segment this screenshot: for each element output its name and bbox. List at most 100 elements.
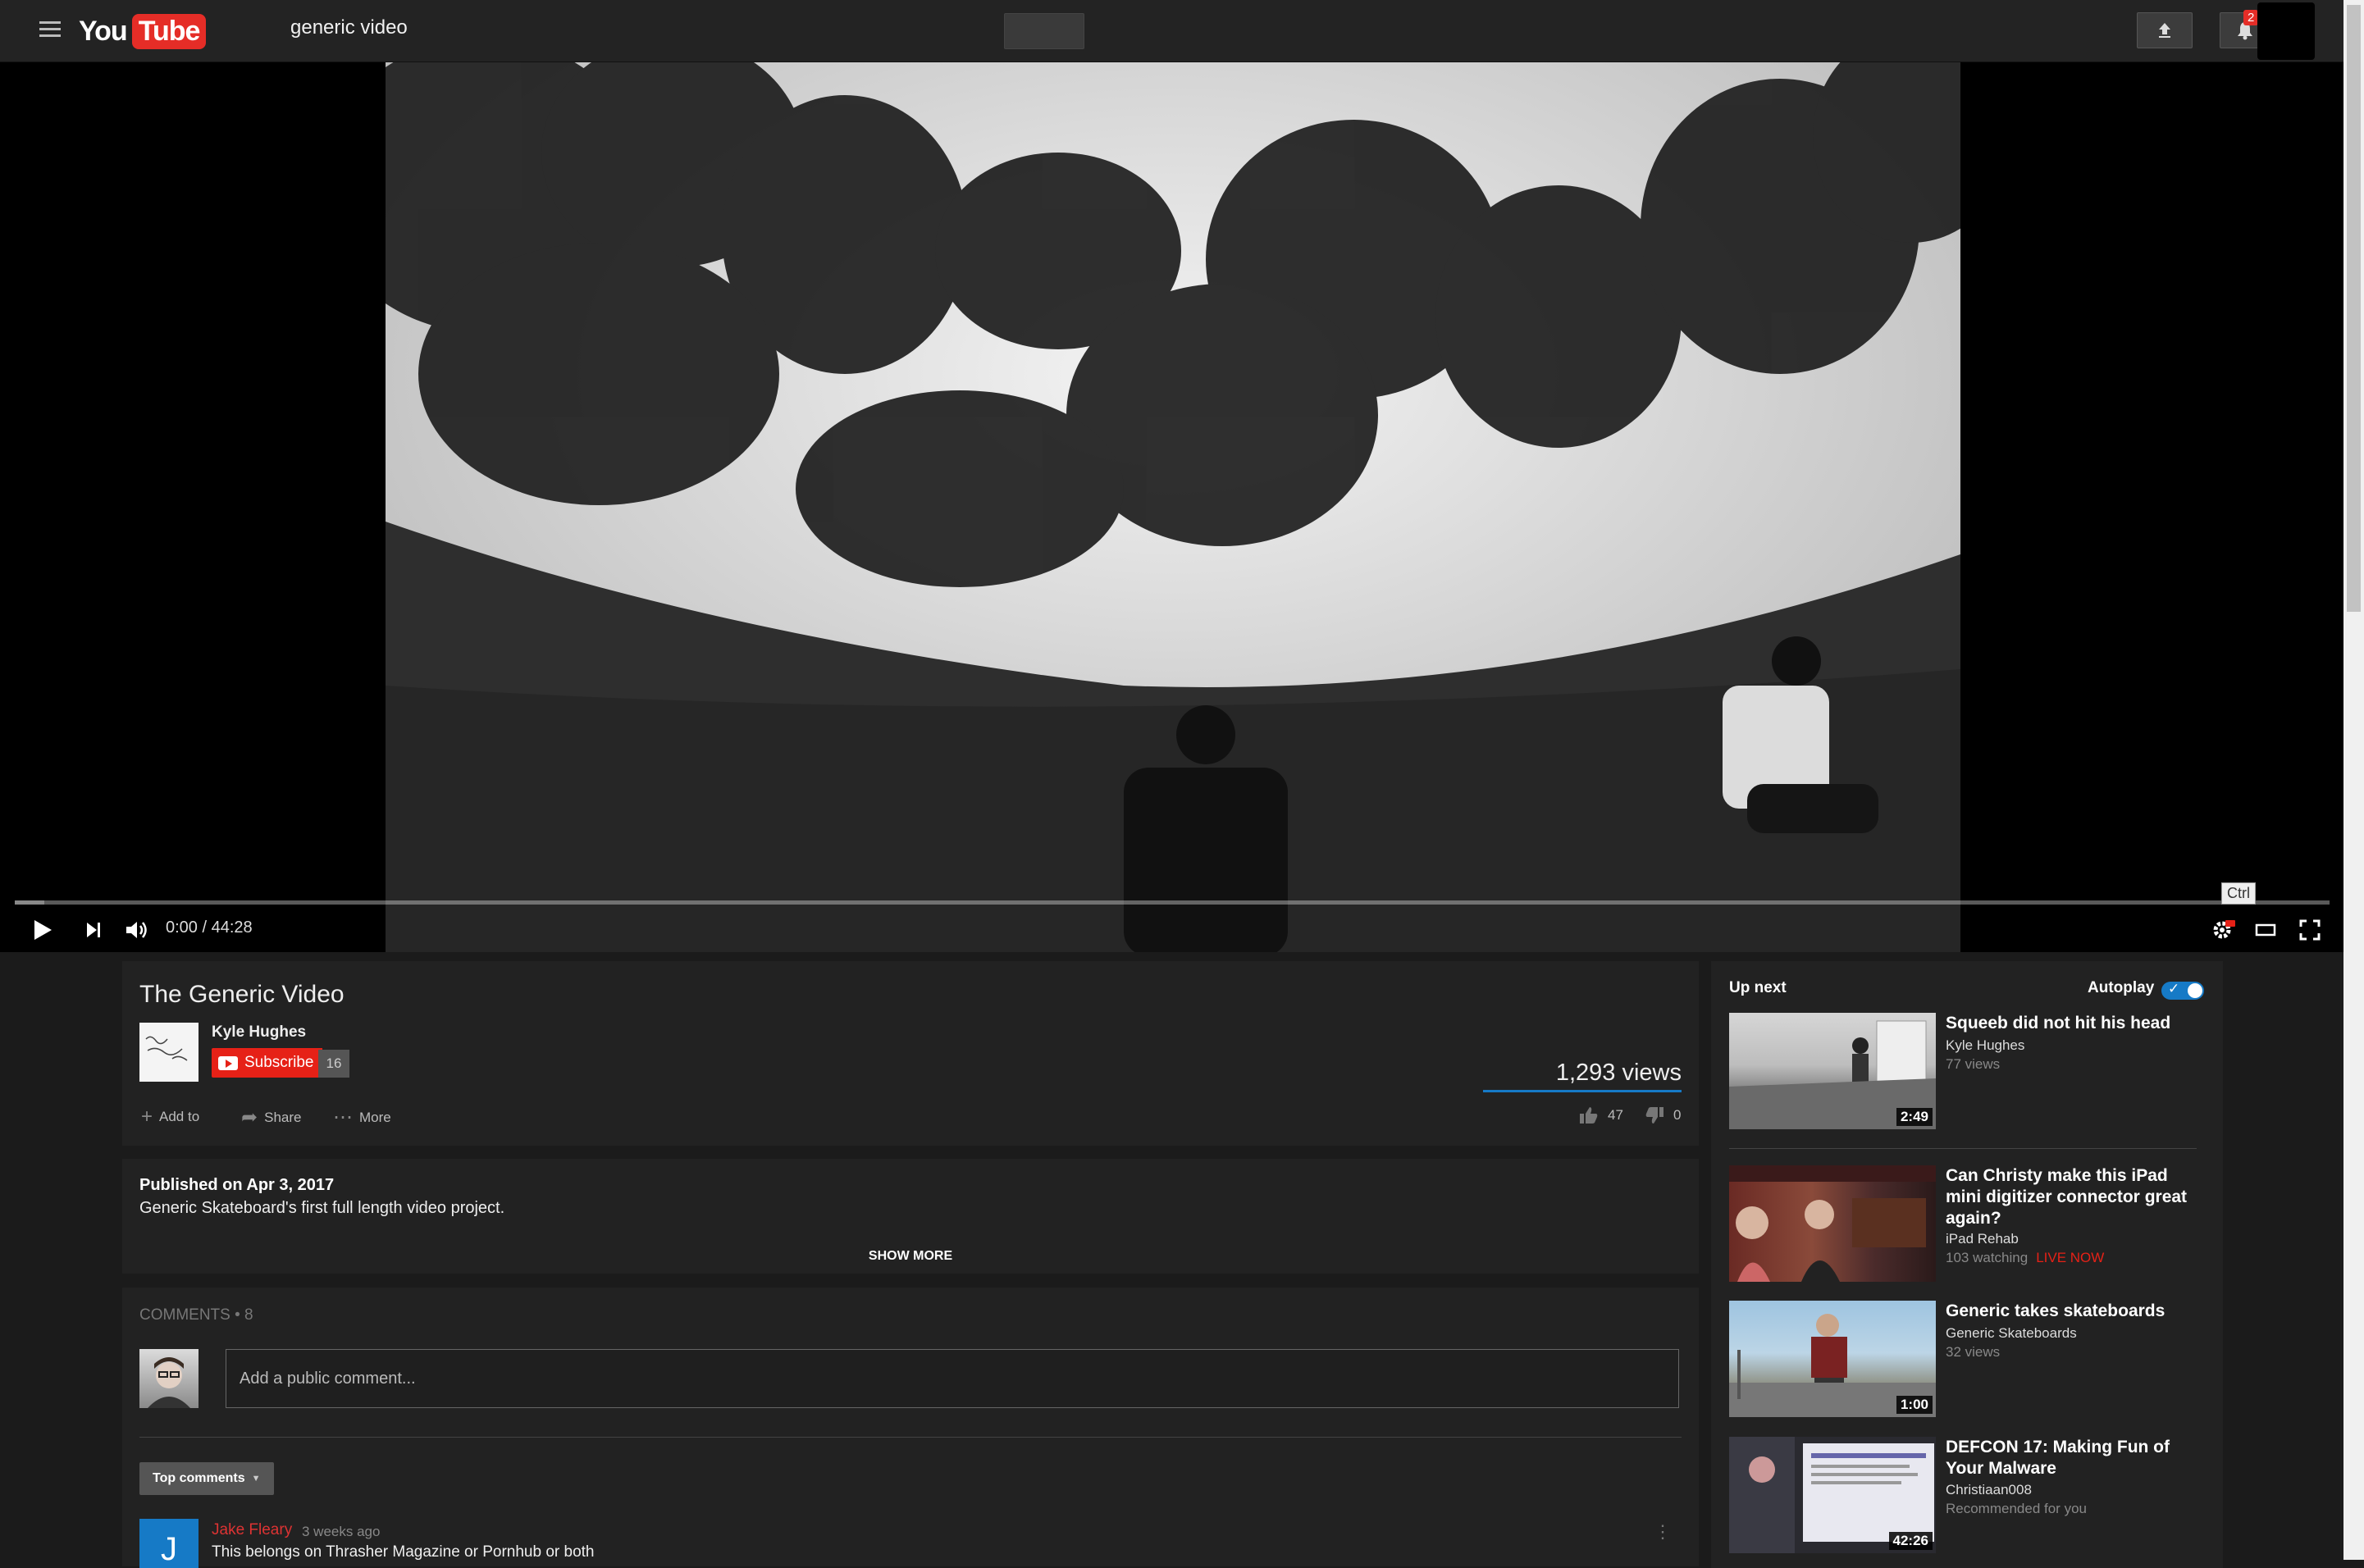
skip-next-icon	[87, 922, 100, 937]
video-player[interactable]: Ctrl 0:00 / 44:28	[0, 62, 2343, 952]
add-to-label: Add to	[159, 1109, 200, 1124]
fullscreen-icon	[2299, 919, 2321, 940]
video-title-link[interactable]: DEFCON 17: Making Fun of Your Malware	[1946, 1437, 2192, 1479]
user-avatar	[139, 1349, 199, 1408]
dislike-button[interactable]: 0	[1644, 1105, 1681, 1125]
gear-icon	[2213, 919, 2235, 938]
account-avatar[interactable]	[2257, 2, 2315, 60]
youtube-play-icon	[218, 1055, 238, 1070]
video-meta: Recommended for you	[1946, 1501, 2087, 1516]
notification-badge: 2	[2243, 10, 2259, 25]
video-title-link[interactable]: Squeeb did not hit his head	[1946, 1013, 2192, 1034]
video-title-link[interactable]: Generic takes skateboards	[1946, 1301, 2192, 1322]
recommended-video[interactable]: Can Christy make this iPad mini digitize…	[1729, 1165, 2197, 1284]
settings-button[interactable]	[2205, 907, 2241, 952]
more-label: More	[359, 1109, 391, 1125]
search-input[interactable]: generic video	[290, 16, 408, 39]
comments-divider	[139, 1437, 1682, 1438]
channel-avatar[interactable]	[139, 1023, 199, 1082]
like-count: 47	[1608, 1107, 1623, 1123]
thumbs-up-icon	[1580, 1107, 1598, 1124]
comment-author-avatar[interactable]: J	[139, 1519, 199, 1568]
user-avatar-image	[148, 1357, 190, 1408]
thumbnail-image	[1729, 1165, 1936, 1282]
like-button[interactable]: 47	[1578, 1105, 1623, 1125]
chevron-down-icon: ▼	[251, 1474, 261, 1484]
video-duration: 1:00	[1896, 1396, 1933, 1414]
time-display: 0:00 / 44:28	[166, 918, 253, 937]
volume-icon	[126, 921, 147, 938]
youtube-logo[interactable]: You Tube	[75, 12, 207, 50]
subscribe-button[interactable]: Subscribe	[212, 1048, 322, 1078]
video-thumbnail[interactable]	[1729, 1165, 1936, 1282]
subscriber-count: 16	[318, 1050, 349, 1078]
recommended-video[interactable]: 2:49 Squeeb did not hit his head Kyle Hu…	[1729, 1013, 2197, 1132]
comment-author[interactable]: Jake Fleary	[212, 1521, 292, 1539]
comment-menu-icon[interactable]: ⋮	[1654, 1521, 1672, 1543]
video-meta: 32 views	[1946, 1344, 2001, 1360]
video-title-link[interactable]: Can Christy make this iPad mini digitize…	[1946, 1165, 2192, 1229]
recommended-video[interactable]: 1:00 Generic takes skateboards Generic S…	[1729, 1301, 2197, 1420]
comment-field[interactable]	[226, 1349, 1679, 1408]
page-scrollbar[interactable]	[2343, 0, 2364, 1560]
video-duration: 42:26	[1888, 1532, 1933, 1550]
player-controls: 0:00 / 44:28	[0, 907, 2343, 952]
publish-date: Published on Apr 3, 2017	[139, 1176, 335, 1194]
fullscreen-button[interactable]	[2292, 907, 2328, 952]
video-title: The Generic Video	[139, 981, 345, 1008]
volume-button[interactable]	[119, 907, 155, 952]
video-thumbnail[interactable]: 1:00	[1729, 1301, 1936, 1417]
plus-icon: +	[141, 1105, 153, 1128]
video-channel: Christiaan008	[1946, 1482, 2032, 1497]
share-label: Share	[264, 1109, 302, 1125]
comments-header: COMMENTS • 8	[139, 1306, 253, 1324]
dislike-count: 0	[1673, 1107, 1682, 1123]
thumbs-down-icon	[1645, 1107, 1663, 1124]
video-channel: Generic Skateboards	[1946, 1325, 2077, 1341]
video-duration: 2:49	[1896, 1108, 1933, 1126]
play-icon	[34, 919, 52, 940]
next-button[interactable]	[75, 907, 112, 952]
recommended-video[interactable]: 42:26 DEFCON 17: Making Fun of Your Malw…	[1729, 1437, 2197, 1556]
comment-input[interactable]	[226, 1350, 1678, 1407]
theater-mode-icon	[2255, 923, 2276, 936]
comment-time[interactable]: 3 weeks ago	[302, 1524, 380, 1540]
share-icon: ➦	[241, 1106, 258, 1128]
view-count: 1,293 views	[1555, 1060, 1682, 1086]
video-channel: iPad Rehab	[1946, 1231, 2019, 1247]
subscribe-label: Subscribe	[244, 1054, 314, 1071]
progress-played	[15, 900, 44, 905]
channel-name[interactable]: Kyle Hughes	[212, 1023, 306, 1042]
video-description: Generic Skateboard's first full length v…	[139, 1199, 505, 1217]
video-frame[interactable]	[386, 62, 1960, 952]
share-button[interactable]: ➦ Share	[241, 1105, 301, 1129]
show-more-button[interactable]: SHOW MORE	[820, 1249, 1001, 1264]
play-button[interactable]	[25, 907, 61, 952]
more-button[interactable]: ⋯ More	[333, 1105, 391, 1129]
upload-icon	[2159, 23, 2170, 38]
video-thumbnail[interactable]: 2:49	[1729, 1013, 1936, 1129]
upload-button[interactable]	[2137, 12, 2193, 48]
hamburger-menu-icon[interactable]	[39, 21, 61, 38]
check-icon: ✓	[2168, 981, 2180, 996]
autoplay-label: Autoplay	[2088, 979, 2155, 996]
like-ratio-bar	[1483, 1090, 1682, 1092]
autoplay-toggle[interactable]: ✓	[2161, 981, 2204, 1000]
comment-text: This belongs on Thrasher Magazine or Por…	[212, 1543, 595, 1561]
scrollbar-thumb[interactable]	[2347, 5, 2361, 612]
toggle-knob	[2188, 983, 2202, 998]
video-thumbnail[interactable]: 42:26	[1729, 1437, 1936, 1553]
search-button[interactable]	[1004, 13, 1084, 49]
video-scene-image	[386, 62, 1960, 952]
add-to-button[interactable]: + Add to	[141, 1105, 199, 1128]
up-next-label: Up next	[1729, 979, 1787, 996]
video-meta: 77 views	[1946, 1056, 2001, 1072]
channel-avatar-image	[145, 1036, 188, 1061]
progress-bar[interactable]	[15, 900, 2330, 905]
theater-mode-button[interactable]	[2248, 907, 2284, 952]
sort-label: Top comments	[153, 1471, 245, 1485]
live-badge: LIVE NOW	[2036, 1250, 2105, 1265]
tooltip: Ctrl	[2221, 882, 2256, 905]
video-meta: 103 watching LIVE NOW	[1946, 1250, 2104, 1266]
sort-comments-dropdown[interactable]: Top comments ▼	[139, 1462, 274, 1495]
